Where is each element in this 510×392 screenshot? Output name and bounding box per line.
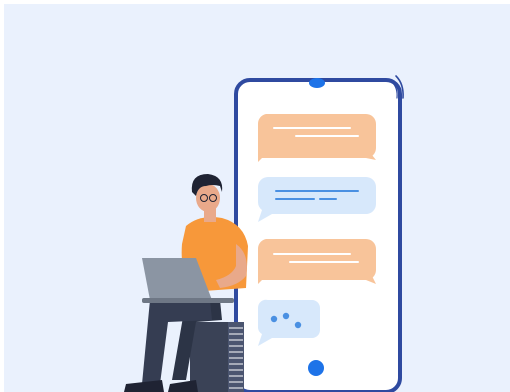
stool: [190, 322, 244, 392]
chat-bubble-outgoing: [257, 239, 376, 284]
typing-dot: [270, 315, 278, 323]
typing-dot: [282, 312, 290, 320]
chat-bubble-outgoing: [257, 114, 376, 162]
typing-dot: [294, 321, 302, 329]
phone-home-button: [308, 360, 324, 376]
phone-notch: [309, 78, 325, 88]
illustration-scene: [0, 0, 510, 392]
illustration-svg: [124, 75, 404, 392]
